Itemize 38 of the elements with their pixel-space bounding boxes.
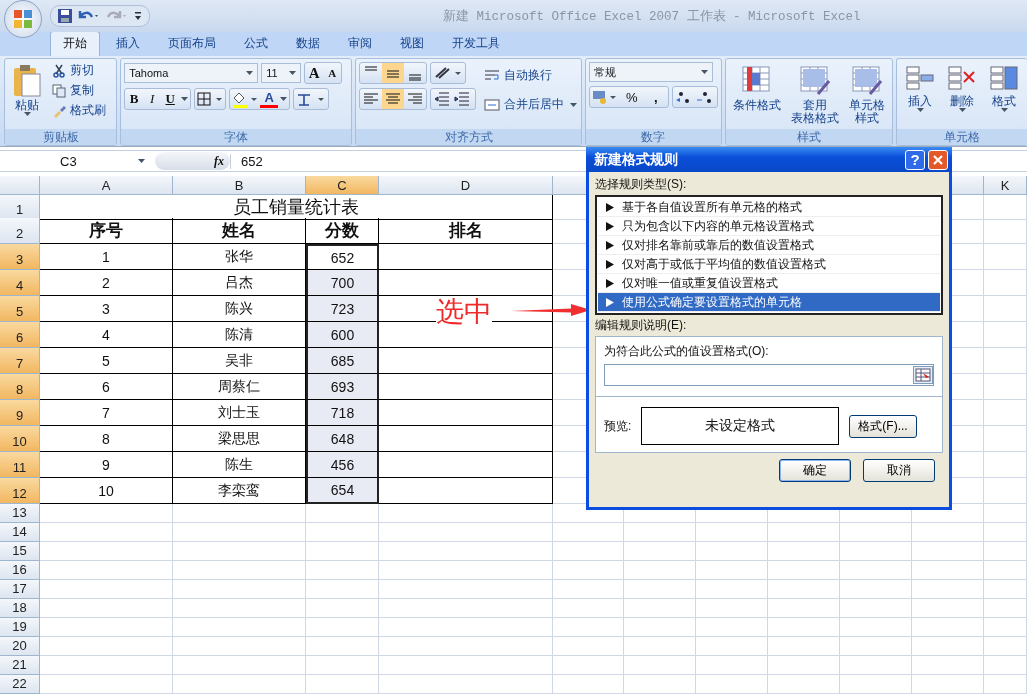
group-title: 数字 xyxy=(641,128,666,146)
rule-type-label: 选择规则类型(S): xyxy=(595,176,688,193)
edit-rule-label: 编辑规则说明(E): xyxy=(595,317,688,334)
group-title: 单元格 xyxy=(944,128,980,146)
table-cell: 10 xyxy=(40,478,173,504)
group-title: 剪贴板 xyxy=(42,128,79,146)
table-cell: 7 xyxy=(40,400,173,426)
table-cell: 2 xyxy=(40,270,173,296)
annotation-label: 选中 xyxy=(436,296,492,328)
table-cell: 600 xyxy=(306,322,379,348)
table-cell: 6 xyxy=(40,374,173,400)
table-cell: 8 xyxy=(40,426,173,452)
table-cell: 5 xyxy=(40,348,173,374)
column-heading: 排名 xyxy=(379,218,553,244)
table-cell: 4 xyxy=(40,322,173,348)
table-cell: 652 xyxy=(306,244,379,270)
table-cell: 3 xyxy=(40,296,173,322)
table-cell: 723 xyxy=(306,296,379,322)
table-cell: 648 xyxy=(306,426,379,452)
group-title: 字体 xyxy=(224,128,249,146)
table-cell: 700 xyxy=(306,270,379,296)
column-heading: 序号 xyxy=(40,218,173,244)
table-cell: 456 xyxy=(306,452,379,478)
table-cell: 685 xyxy=(306,348,379,374)
group-title: 对齐方式 xyxy=(444,128,493,146)
window-title: 新建 Microsoft Office Excel 2007 工作表 - Microsoft Excel xyxy=(443,8,861,25)
table-cell: 693 xyxy=(306,374,379,400)
sheet-title: 员工销量统计表 xyxy=(40,195,553,220)
column-heading: 姓名 xyxy=(173,218,306,244)
preview-label: 预览: xyxy=(604,417,632,435)
group-title: 样式 xyxy=(796,128,821,146)
preview-box: 未设定格式 xyxy=(641,407,840,445)
table-cell: 654 xyxy=(306,478,379,504)
dialog-title: 新建格式规则 xyxy=(594,150,679,169)
table-cell: 9 xyxy=(40,452,173,478)
table-cell: 1 xyxy=(40,244,173,270)
formula-label: 为符合此公式的值设置格式(O): xyxy=(604,343,770,360)
table-cell: 718 xyxy=(306,400,379,426)
